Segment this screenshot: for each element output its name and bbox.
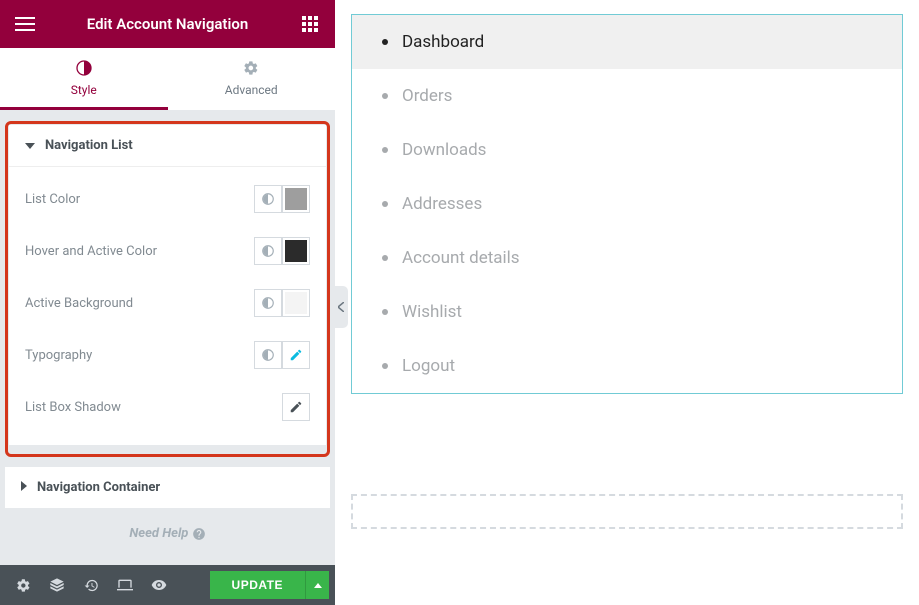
highlight-box: Navigation List List Color — [5, 121, 330, 457]
row-hover-active-color: Hover and Active Color — [25, 225, 310, 277]
bullet-icon — [382, 309, 388, 315]
apps-grid-icon[interactable] — [297, 11, 323, 37]
bullet-icon — [382, 255, 388, 261]
edit-box-shadow-button[interactable] — [282, 393, 310, 421]
label-hover-active-color: Hover and Active Color — [25, 244, 157, 259]
account-navigation-widget[interactable]: Dashboard Orders Downloads Addresses Account… — [351, 14, 903, 394]
tab-advanced[interactable]: Advanced — [168, 48, 336, 110]
row-typography: Typography — [25, 329, 310, 381]
tab-style[interactable]: Style — [0, 48, 168, 110]
tab-advanced-label: Advanced — [168, 83, 336, 97]
bullet-icon — [382, 93, 388, 99]
row-box-shadow: List Box Shadow — [25, 381, 310, 433]
color-swatch-active-bg[interactable] — [282, 289, 310, 317]
sidebar-title: Edit Account Navigation — [38, 15, 297, 33]
color-swatch-list-color[interactable] — [282, 185, 310, 213]
panel-header-navigation-container[interactable]: Navigation Container — [5, 467, 330, 508]
panel-navigation-list: Navigation List List Color — [9, 125, 326, 445]
sidebar-tabs: Style Advanced — [0, 48, 335, 111]
panel-title-navigation-list: Navigation List — [45, 138, 133, 153]
update-button[interactable]: UPDATE — [210, 571, 305, 599]
global-color-button[interactable] — [254, 185, 282, 213]
nav-item-label: Orders — [402, 86, 452, 106]
panel-title-navigation-container: Navigation Container — [37, 480, 160, 495]
color-swatch-hover-color[interactable] — [282, 237, 310, 265]
settings-icon[interactable] — [6, 565, 40, 605]
nav-item-label: Dashboard — [402, 32, 484, 52]
label-box-shadow: List Box Shadow — [25, 400, 121, 415]
bullet-icon — [382, 147, 388, 153]
tab-style-label: Style — [0, 83, 168, 97]
responsive-icon[interactable] — [108, 565, 142, 605]
hamburger-icon[interactable] — [12, 11, 38, 37]
update-dropdown-button[interactable] — [305, 571, 329, 599]
global-typography-button[interactable] — [254, 341, 282, 369]
panel-navigation-container: Navigation Container — [5, 467, 330, 508]
sidebar-body: Navigation List List Color — [0, 111, 335, 565]
nav-item-dashboard[interactable]: Dashboard — [352, 15, 902, 69]
nav-item-label: Account details — [402, 248, 520, 268]
label-list-color: List Color — [25, 192, 80, 207]
need-help[interactable]: Need Help — [5, 516, 330, 551]
label-active-background: Active Background — [25, 296, 133, 311]
nav-item-label: Logout — [402, 356, 455, 376]
label-typography: Typography — [25, 348, 92, 363]
global-color-button[interactable] — [254, 237, 282, 265]
nav-item-label: Downloads — [402, 140, 486, 160]
row-list-color: List Color — [25, 173, 310, 225]
collapse-sidebar-handle[interactable] — [334, 286, 348, 328]
bullet-icon — [382, 363, 388, 369]
nav-item-label: Addresses — [402, 194, 482, 214]
global-color-button[interactable] — [254, 289, 282, 317]
preview-icon[interactable] — [142, 565, 176, 605]
bullet-icon — [382, 201, 388, 207]
editor-sidebar: Edit Account Navigation Style Advanced N… — [0, 0, 335, 605]
navigation-list: Dashboard Orders Downloads Addresses Account… — [352, 15, 902, 393]
edit-typography-button[interactable] — [282, 341, 310, 369]
sidebar-footer: UPDATE — [0, 565, 335, 605]
sidebar-header: Edit Account Navigation — [0, 0, 335, 48]
nav-item-account-details[interactable]: Account details — [352, 231, 902, 285]
bullet-icon — [382, 39, 388, 45]
caret-right-icon — [21, 480, 27, 495]
drop-widget-area[interactable] — [351, 494, 903, 529]
history-icon[interactable] — [74, 565, 108, 605]
nav-item-wishlist[interactable]: Wishlist — [352, 285, 902, 339]
nav-item-downloads[interactable]: Downloads — [352, 123, 902, 177]
nav-item-addresses[interactable]: Addresses — [352, 177, 902, 231]
row-active-background: Active Background — [25, 277, 310, 329]
panel-header-navigation-list[interactable]: Navigation List — [9, 125, 326, 167]
nav-item-label: Wishlist — [402, 302, 462, 322]
preview-pane: Dashboard Orders Downloads Addresses Account… — [335, 0, 919, 605]
panel-rows: List Color Hover and Active Color — [9, 167, 326, 445]
nav-item-logout[interactable]: Logout — [352, 339, 902, 393]
navigator-icon[interactable] — [40, 565, 74, 605]
nav-item-orders[interactable]: Orders — [352, 69, 902, 123]
caret-down-icon — [25, 138, 35, 153]
